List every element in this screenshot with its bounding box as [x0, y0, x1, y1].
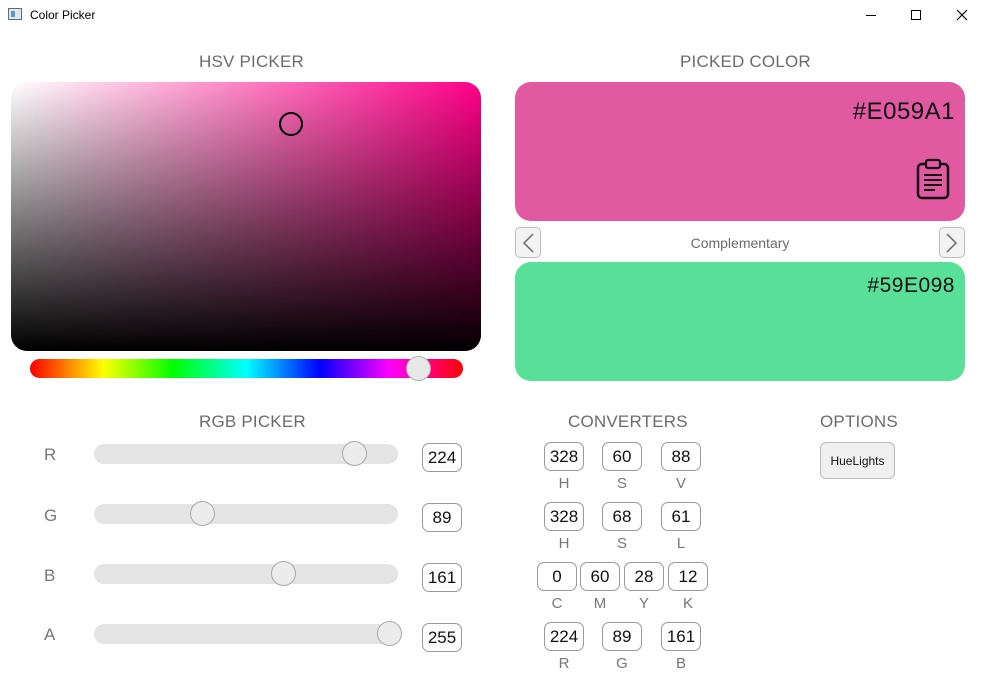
options-title: OPTIONS: [820, 412, 898, 431]
converters-title: CONVERTERS: [568, 412, 688, 431]
hsl-l-field[interactable]: 61: [661, 502, 701, 531]
complementary-color-hex[interactable]: #59E098: [867, 274, 955, 298]
cmyk-m-field[interactable]: 60: [580, 562, 620, 591]
cmyk-m-label: M: [593, 595, 607, 612]
color-scheme-label: Complementary: [690, 235, 790, 251]
g-slider-thumb[interactable]: [190, 501, 215, 526]
cmyk-y-label: Y: [638, 595, 649, 612]
rgb-picker-title: RGB PICKER: [199, 412, 306, 431]
channel-label-a: A: [44, 625, 56, 644]
hsv-h-field[interactable]: 328: [544, 442, 584, 471]
hsl-l-label: L: [676, 535, 686, 552]
b-value-field[interactable]: 161: [422, 563, 462, 592]
conv-rgb-r-field[interactable]: 224: [544, 622, 584, 651]
conv-rgb-b-label: B: [675, 655, 686, 672]
cmyk-c-label: C: [551, 595, 563, 612]
hsv-s-field[interactable]: 60: [602, 442, 642, 471]
r-slider-thumb[interactable]: [342, 441, 367, 466]
minimize-icon: [866, 14, 876, 16]
b-slider-thumb[interactable]: [271, 561, 296, 586]
hsv-picker-title: HSV PICKER: [199, 52, 304, 71]
complementary-color-swatch: #59E098: [515, 262, 965, 381]
cmyk-k-field[interactable]: 12: [668, 562, 708, 591]
b-slider-track[interactable]: [94, 564, 398, 584]
channel-label-g: G: [44, 506, 58, 525]
a-value-field[interactable]: 255: [422, 623, 462, 652]
app-icon: [8, 8, 22, 20]
a-slider-track[interactable]: [94, 624, 398, 644]
close-icon: [956, 9, 968, 21]
hue-slider-thumb[interactable]: [406, 356, 431, 381]
hsl-s-field[interactable]: 68: [602, 502, 642, 531]
picked-color-title: PICKED COLOR: [680, 52, 811, 71]
channel-label-r: R: [44, 445, 57, 464]
hsl-s-label: S: [616, 535, 627, 552]
next-scheme-button[interactable]: [939, 227, 965, 258]
minimize-button[interactable]: [848, 0, 894, 30]
conv-rgb-g-label: G: [616, 655, 628, 672]
chevron-left-icon: [522, 232, 534, 253]
hsv-h-label: H: [558, 475, 570, 492]
hsl-h-label: H: [558, 535, 570, 552]
hsl-h-field[interactable]: 328: [544, 502, 584, 531]
clipboard-icon[interactable]: [915, 158, 951, 200]
maximize-icon: [911, 10, 921, 20]
conv-rgb-g-field[interactable]: 89: [602, 622, 642, 651]
window-title: Color Picker: [30, 8, 96, 22]
chevron-right-icon: [946, 232, 958, 253]
title-bar: Color Picker: [0, 0, 986, 30]
hsv-s-label: S: [616, 475, 627, 492]
huelights-button[interactable]: HueLights: [820, 442, 895, 479]
close-button[interactable]: [939, 0, 985, 30]
conv-rgb-r-label: R: [558, 655, 570, 672]
cmyk-c-field[interactable]: 0: [537, 562, 577, 591]
cmyk-k-label: K: [682, 595, 693, 612]
hsv-v-label: V: [675, 475, 686, 492]
saturation-value-area[interactable]: [11, 82, 481, 351]
conv-rgb-b-field[interactable]: 161: [661, 622, 701, 651]
previous-scheme-button[interactable]: [515, 227, 541, 258]
sv-cursor[interactable]: [279, 112, 303, 136]
hsv-v-field[interactable]: 88: [661, 442, 701, 471]
picked-color-swatch: #E059A1: [515, 82, 965, 221]
g-value-field[interactable]: 89: [422, 503, 462, 532]
picked-color-hex[interactable]: #E059A1: [853, 98, 955, 126]
a-slider-thumb[interactable]: [377, 621, 402, 646]
maximize-button[interactable]: [893, 0, 939, 30]
cmyk-y-field[interactable]: 28: [624, 562, 664, 591]
r-value-field[interactable]: 224: [422, 443, 462, 472]
g-slider-track[interactable]: [94, 504, 398, 524]
channel-label-b: B: [44, 566, 56, 585]
hue-slider[interactable]: [30, 359, 463, 378]
